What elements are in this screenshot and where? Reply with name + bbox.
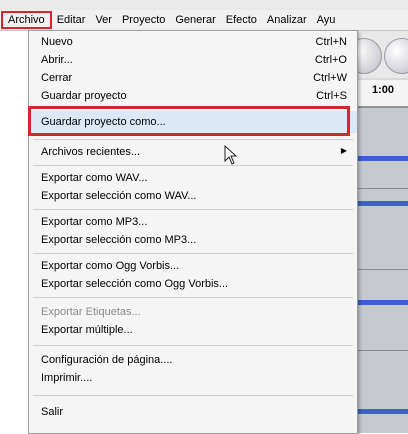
window-top-strip [0, 0, 408, 10]
menu-item-exportar-etiquetas: Exportar Etiquetas... [41, 306, 141, 318]
transport-toolbar [346, 31, 408, 78]
audio-track[interactable] [356, 188, 408, 269]
menu-item-exportar-seleccion-ogg[interactable]: Exportar selección como Ogg Vorbis... [29, 275, 357, 293]
menu-item-exportar-multiple[interactable]: Exportar múltiple... [29, 321, 357, 339]
menu-separator [33, 253, 353, 254]
waveform [356, 300, 408, 305]
menu-archivo[interactable]: Archivo [1, 11, 52, 29]
menu-item-exportar-seleccion-mp3[interactable]: Exportar selección como MP3... [29, 231, 357, 249]
file-menu-dropdown: Nuevo Ctrl+N Abrir... Ctrl+O Cerrar Ctrl… [28, 30, 358, 434]
menu-item-configuracion-pagina[interactable]: Configuración de página.... [29, 351, 357, 369]
menu-ver[interactable]: Ver [90, 11, 117, 29]
menu-analizar[interactable]: Analizar [262, 11, 312, 29]
menu-generar[interactable]: Generar [170, 11, 220, 29]
menu-item-exportar-wav[interactable]: Exportar como WAV... [29, 169, 357, 187]
waveform [356, 409, 408, 414]
timeline-ruler[interactable]: 1:00 [356, 80, 408, 107]
menu-item-archivos-recientes[interactable]: Archivos recientes... ▶ [29, 143, 357, 161]
menu-item-nuevo[interactable]: Nuevo Ctrl+N [29, 33, 357, 51]
menu-separator [33, 139, 353, 140]
menu-proyecto[interactable]: Proyecto [117, 11, 170, 29]
menu-item-exportar-mp3[interactable]: Exportar como MP3... [29, 213, 357, 231]
menu-editar[interactable]: Editar [52, 11, 91, 29]
menu-item-cerrar[interactable]: Cerrar Ctrl+W [29, 69, 357, 87]
ruler-time-label: 1:00 [372, 84, 395, 96]
audio-track[interactable] [356, 107, 408, 188]
menu-item-imprimir[interactable]: Imprimir.... [29, 369, 357, 387]
menu-item-guardar-proyecto[interactable]: Guardar proyecto Ctrl+S [29, 87, 357, 105]
audio-track[interactable] [356, 350, 408, 433]
play-button[interactable] [384, 38, 408, 74]
waveform [356, 156, 408, 161]
menu-item-exportar-ogg[interactable]: Exportar como Ogg Vorbis... [29, 257, 357, 275]
menu-item-abrir[interactable]: Abrir... Ctrl+O [29, 51, 357, 69]
menu-separator [33, 165, 353, 166]
menu-item-exportar-seleccion-wav[interactable]: Exportar selección como WAV... [29, 187, 357, 205]
menu-separator [33, 209, 353, 210]
audio-track[interactable] [356, 269, 408, 350]
menu-separator [33, 345, 353, 346]
mouse-pointer-icon [224, 145, 238, 165]
submenu-arrow-icon: ▶ [340, 146, 347, 155]
menu-separator [33, 297, 353, 298]
menu-item-salir[interactable]: Salir [29, 403, 357, 421]
waveform [356, 201, 408, 206]
highlight-annotation-box [28, 106, 350, 136]
menu-efecto[interactable]: Efecto [221, 11, 262, 29]
menu-ayuda[interactable]: Ayu [312, 11, 341, 29]
menu-separator [33, 395, 353, 396]
menu-bar: Archivo Editar Ver Proyecto Generar Efec… [0, 10, 408, 31]
